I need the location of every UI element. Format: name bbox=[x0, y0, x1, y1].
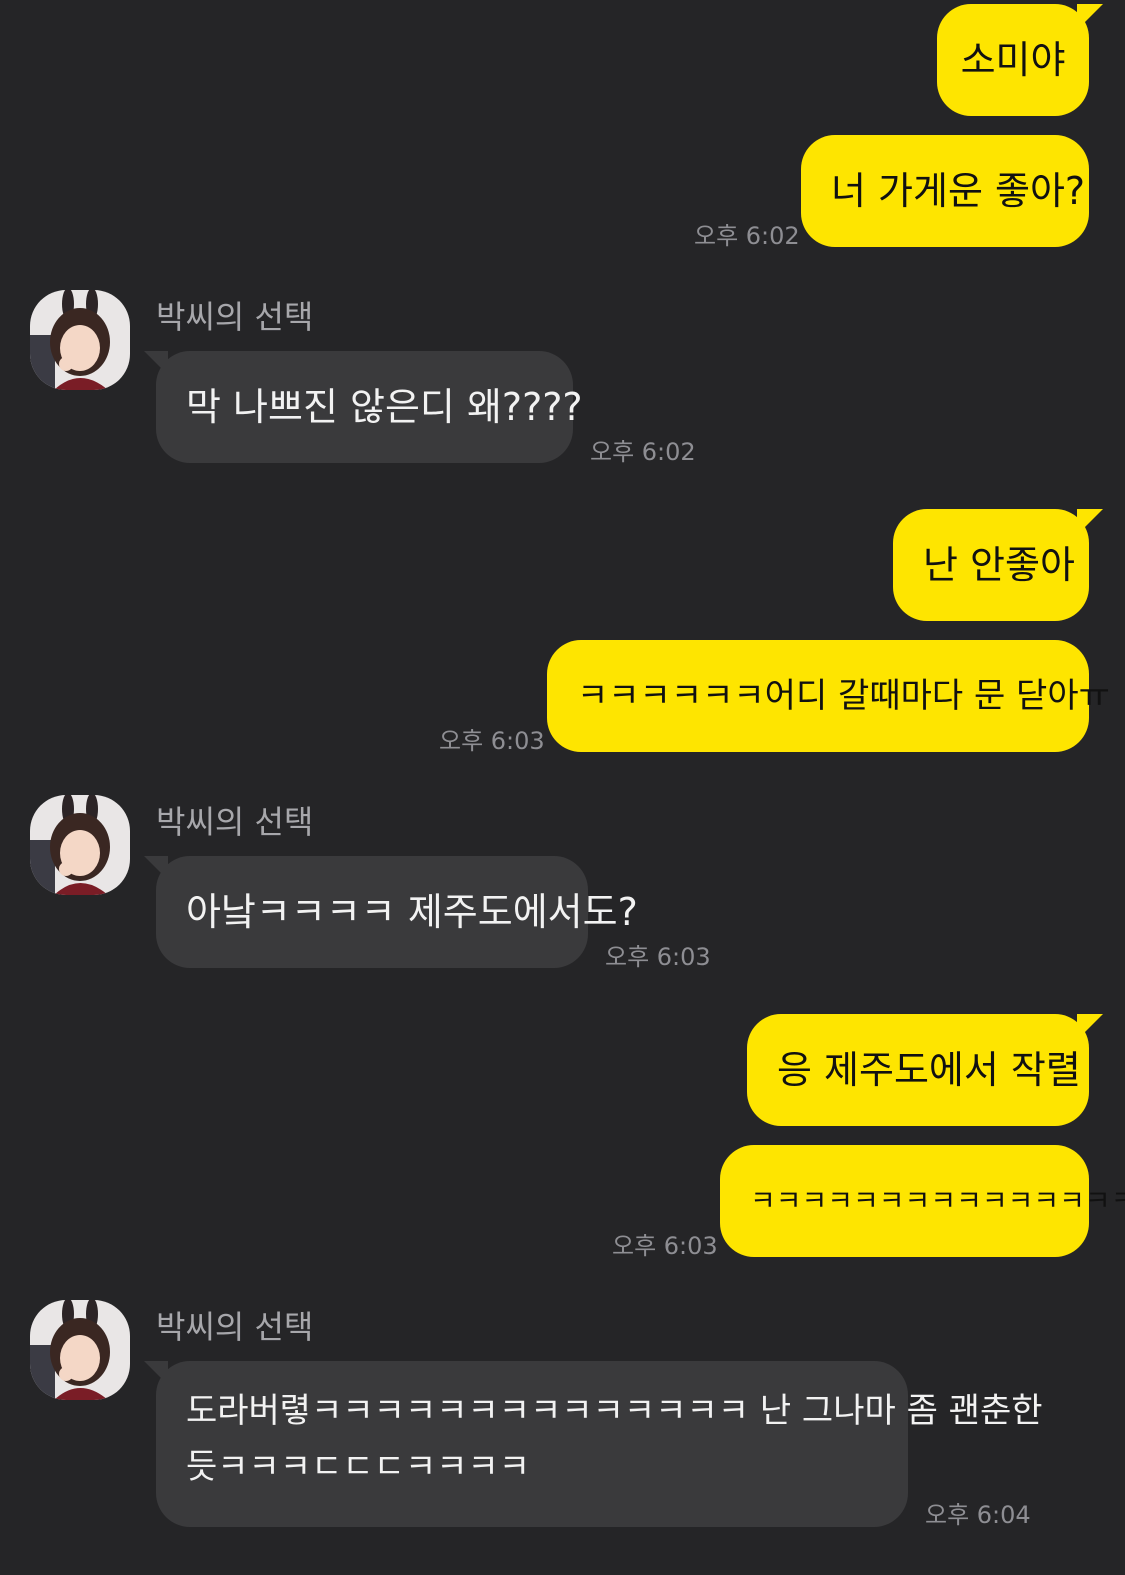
contact-name: 박씨의 선택 bbox=[156, 803, 314, 841]
message-timestamp: 오후 6:04 bbox=[925, 1501, 1031, 1529]
message-timestamp: 오후 6:02 bbox=[694, 222, 800, 250]
contact-avatar[interactable] bbox=[30, 290, 130, 390]
message-text-line: 도라버렿ㅋㅋㅋㅋㅋㅋㅋㅋㅋㅋㅋㅋㅋㅋ 난 그나마 좀 괜춘한 bbox=[186, 1391, 1043, 1431]
contact-avatar[interactable] bbox=[30, 795, 130, 895]
message-text: ㅋㅋㅋㅋㅋㅋㅋㅋㅋㅋㅋㅋㅋㅋㅋㅋ bbox=[750, 1184, 1125, 1217]
my-message-bubble[interactable]: 소미야 bbox=[937, 4, 1103, 116]
contact-name: 박씨의 선택 bbox=[156, 1308, 314, 1346]
message-text: 소미야 bbox=[960, 38, 1066, 82]
message-text: 난 안좋아 bbox=[923, 543, 1075, 587]
other-message-bubble[interactable]: 막 나쁘진 않은디 왜???? bbox=[144, 351, 583, 463]
message-text: 응 제주도에서 작렬 bbox=[777, 1048, 1081, 1092]
other-message-bubble[interactable]: 도라버렿ㅋㅋㅋㅋㅋㅋㅋㅋㅋㅋㅋㅋㅋㅋ 난 그나마 좀 괜춘한 듯ㅋㅋㅋㄷㄷㄷㅋㅋ… bbox=[144, 1361, 1043, 1527]
message-text: 아낰ㅋㅋㅋㅋ 제주도에서도? bbox=[186, 890, 638, 934]
contact-avatar[interactable] bbox=[30, 1300, 130, 1400]
my-message-bubble[interactable]: 난 안좋아 bbox=[893, 509, 1103, 621]
message-text: 너 가게운 좋아? bbox=[831, 169, 1086, 213]
message-timestamp: 오후 6:03 bbox=[605, 943, 711, 971]
my-message-bubble[interactable]: ㅋㅋㅋㅋㅋㅋ어디 갈때마다 문 닫아ㅠ bbox=[547, 640, 1110, 752]
avatar-photo-icon bbox=[30, 795, 130, 895]
message-timestamp: 오후 6:02 bbox=[590, 438, 696, 466]
message-timestamp: 오후 6:03 bbox=[439, 727, 545, 755]
avatar-photo-icon bbox=[30, 1300, 130, 1400]
message-text-line: 듯ㅋㅋㅋㄷㄷㄷㅋㅋㅋㅋ bbox=[186, 1447, 531, 1487]
message-text: 막 나쁘진 않은디 왜???? bbox=[186, 385, 583, 429]
other-message-bubble[interactable]: 아낰ㅋㅋㅋㅋ 제주도에서도? bbox=[144, 856, 638, 968]
my-message-bubble[interactable]: ㅋㅋㅋㅋㅋㅋㅋㅋㅋㅋㅋㅋㅋㅋㅋㅋ bbox=[720, 1145, 1125, 1257]
message-timestamp: 오후 6:03 bbox=[612, 1232, 718, 1260]
my-message-bubble[interactable]: 너 가게운 좋아? bbox=[801, 135, 1089, 247]
my-message-bubble[interactable]: 응 제주도에서 작렬 bbox=[747, 1014, 1103, 1126]
avatar-photo-icon bbox=[30, 290, 130, 390]
contact-name: 박씨의 선택 bbox=[156, 298, 314, 336]
message-text: ㅋㅋㅋㅋㅋㅋ어디 갈때마다 문 닫아ㅠ bbox=[577, 676, 1110, 716]
